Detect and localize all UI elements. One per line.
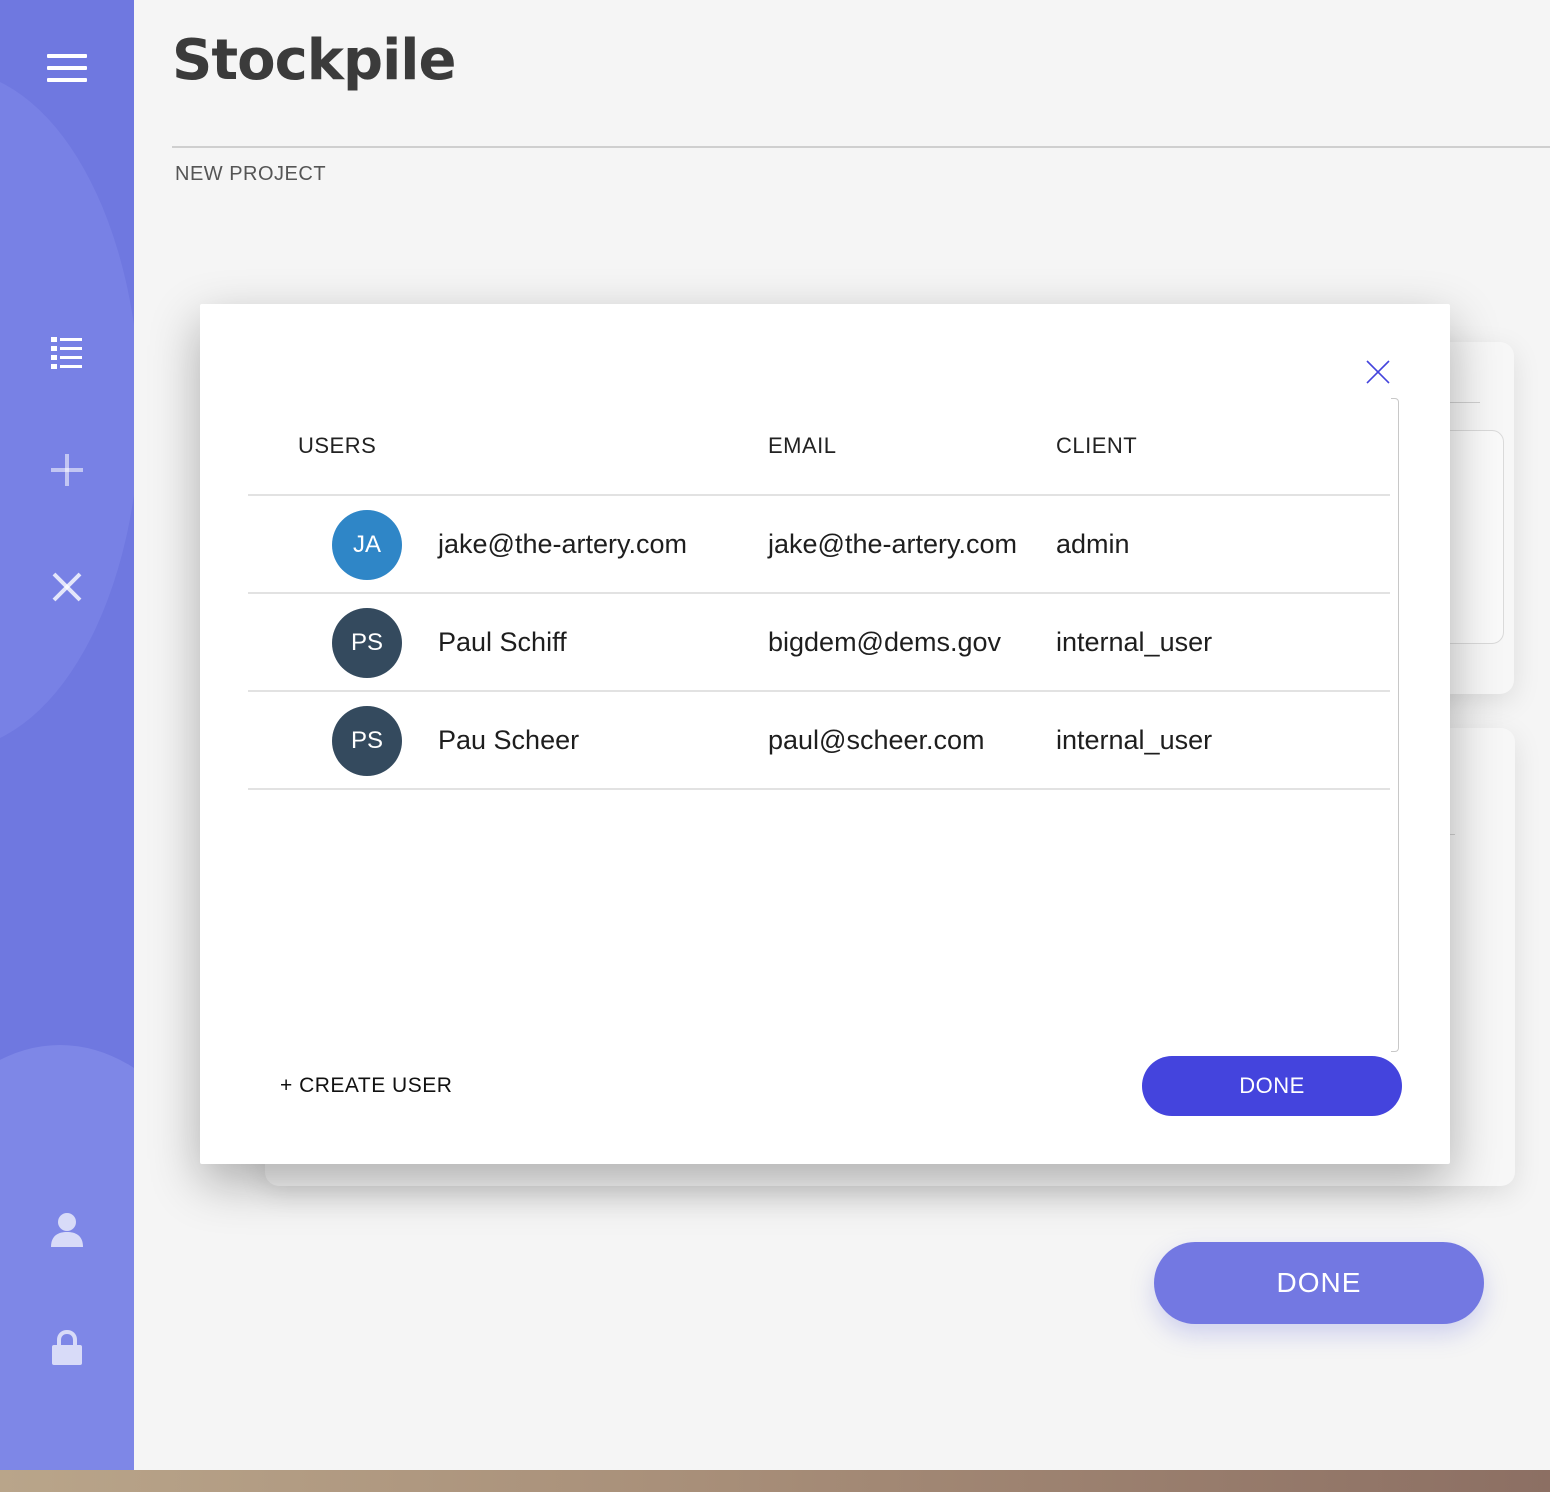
plus-icon[interactable] [37,440,97,500]
modal-done-button[interactable]: DONE [1142,1056,1402,1116]
breadcrumb: NEW PROJECT [175,163,327,185]
user-name: Paul Schiff [438,626,567,657]
table-row[interactable]: PS Paul Schiff bigdem@dems.gov internal_… [248,594,1390,692]
sidebar-decoration [0,70,134,750]
user-email: jake@the-artery.com [768,528,1017,559]
list-icon[interactable] [37,322,97,382]
user-icon[interactable] [37,1200,97,1260]
app-title: Stockpile [172,28,456,93]
user-name: jake@the-artery.com [438,528,687,559]
modal-close-icon[interactable] [1360,354,1396,390]
app-window: Stockpile NEW PROJECT DONE USERS EMAIL C… [0,0,1550,1470]
table-row[interactable]: JA jake@the-artery.com jake@the-artery.c… [248,496,1390,594]
avatar: JA [332,510,402,580]
header-divider [172,146,1550,148]
avatar: PS [332,706,402,776]
user-client: internal_user [1056,626,1213,657]
done-button[interactable]: DONE [1154,1242,1484,1324]
column-header-users: USERS [298,433,377,458]
user-name: Pau Scheer [438,724,580,755]
column-header-client: CLIENT [1056,433,1138,458]
menu-icon[interactable] [37,38,97,98]
lock-icon[interactable] [37,1318,97,1378]
users-modal: USERS EMAIL CLIENT JA jake@the-artery.co… [200,304,1450,1164]
column-header-email: EMAIL [768,433,837,458]
user-client: admin [1056,528,1130,559]
user-client: internal_user [1056,724,1213,755]
sidebar [0,0,134,1470]
user-email: paul@scheer.com [768,724,985,755]
avatar: PS [332,608,402,678]
table-row[interactable]: PS Pau Scheer paul@scheer.com internal_u… [248,692,1390,790]
scrollbar[interactable] [1391,398,1399,1052]
create-user-button[interactable]: + CREATE USER [280,1074,452,1098]
user-email: bigdem@dems.gov [768,626,1002,657]
close-icon[interactable] [37,557,97,617]
